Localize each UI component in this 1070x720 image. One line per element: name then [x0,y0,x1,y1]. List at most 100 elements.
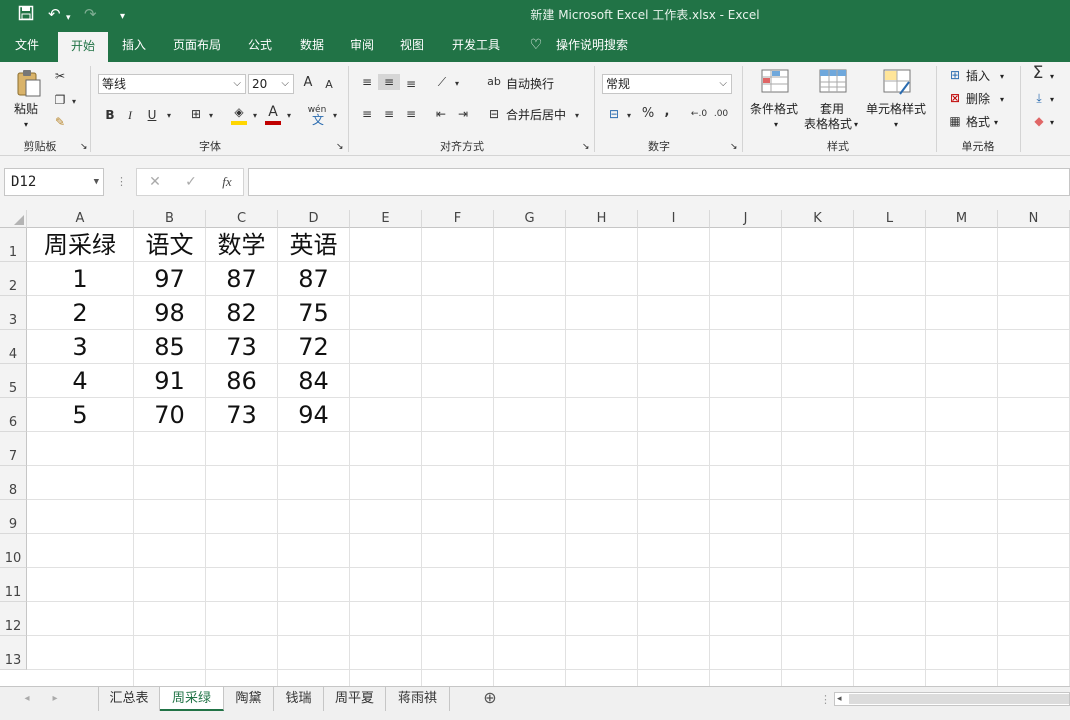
delete-cells-button[interactable]: 删除 [966,92,990,106]
row-header-3[interactable]: 3 [0,296,27,330]
col-header-l[interactable]: L [854,210,926,228]
grow-font-button[interactable]: A [300,75,316,91]
tab-review[interactable]: 审阅 [340,28,384,62]
orientation-dropdown-icon[interactable]: ▾ [452,76,462,92]
col-header-n[interactable]: N [998,210,1070,228]
enter-icon[interactable]: ✓ [183,174,199,190]
sheet-tab-tao-dai[interactable]: 陶黛 [224,687,274,711]
fill-color-icon[interactable]: ◈ [230,104,248,120]
accounting-dropdown-icon[interactable]: ▾ [624,108,634,124]
autosum-icon[interactable]: Σ [1028,65,1048,82]
font-color-dropdown-icon[interactable]: ▾ [284,108,294,124]
col-header-a[interactable]: A [27,210,134,228]
data-cell[interactable]: 84 [278,364,350,398]
tab-developer[interactable]: 开发工具 [444,28,508,62]
header-cell[interactable]: 英语 [278,228,350,262]
scrollbar-thumb[interactable] [849,694,1069,704]
row-header-10[interactable]: 10 [0,534,27,568]
format-table-dropdown-icon[interactable]: ▾ [854,118,858,132]
tab-view[interactable]: 视图 [390,28,434,62]
format-table-line2[interactable]: 表格格式 [804,117,852,131]
copy-dropdown-icon[interactable]: ▾ [70,94,78,110]
comma-button[interactable]: , [660,104,674,120]
col-header-c[interactable]: C [206,210,278,228]
align-center-icon[interactable]: ≡ [380,106,398,122]
number-format-select[interactable]: 常规 ⌵ [602,74,732,94]
tab-formulas[interactable]: 公式 [238,28,282,62]
tell-me-search[interactable]: 操作说明搜索 [552,28,632,62]
scroll-left-icon[interactable]: ◂ [837,693,842,705]
insert-function-icon[interactable]: fx [217,174,237,190]
border-icon[interactable]: ⊞ [186,106,206,122]
increase-indent-icon[interactable]: ⇥ [454,106,472,122]
drag-handle-icon[interactable]: ⋮ [116,175,127,189]
row-header-13[interactable]: 13 [0,636,27,670]
select-all-corner[interactable] [0,210,27,228]
font-size-select[interactable]: 20 ⌵ [248,74,294,94]
clipboard-launcher-icon[interactable]: ↘ [80,140,88,154]
data-cell[interactable]: 82 [206,296,278,330]
sheet-tab-qian-rui[interactable]: 钱瑞 [274,687,324,711]
paste-button[interactable]: 粘贴 [14,102,38,116]
format-cells-button[interactable]: 格式 [966,115,990,129]
underline-button[interactable]: U [144,107,160,123]
col-header-j[interactable]: J [710,210,782,228]
data-cell[interactable]: 70 [134,398,206,432]
shrink-font-button[interactable]: A [322,77,336,93]
merge-center-button[interactable]: 合并后居中 [506,108,566,122]
decrease-decimal-icon[interactable]: .00 [712,106,730,122]
data-cell[interactable]: 2 [27,296,134,330]
font-name-select[interactable]: 等线 ⌵ [98,74,246,94]
row-header-5[interactable]: 5 [0,364,27,398]
col-header-i[interactable]: I [638,210,710,228]
data-cell[interactable]: 73 [206,330,278,364]
data-cell[interactable]: 5 [27,398,134,432]
orientation-icon[interactable]: ⟋ [432,74,452,90]
row-header-12[interactable]: 12 [0,602,27,636]
data-cell[interactable]: 94 [278,398,350,432]
format-table-icon[interactable] [818,68,848,101]
align-left-icon[interactable]: ≡ [358,106,376,122]
data-cell[interactable]: 87 [206,262,278,296]
fill-dropdown-icon[interactable]: ▾ [250,108,260,124]
row-header-1[interactable]: 1 [0,228,27,262]
col-header-g[interactable]: G [494,210,566,228]
tab-home[interactable]: 开始 [58,32,108,62]
insert-dropdown-icon[interactable]: ▾ [1000,70,1004,84]
data-cell[interactable]: 86 [206,364,278,398]
formula-input[interactable] [248,168,1070,196]
data-cell[interactable]: 1 [27,262,134,296]
sheet-tab-jiang-yuqi[interactable]: 蒋雨祺 [386,687,450,711]
tab-page-layout[interactable]: 页面布局 [166,28,228,62]
cell-styles-icon[interactable] [882,68,912,101]
alignment-launcher-icon[interactable]: ↘ [582,140,590,154]
name-box[interactable]: D12 ▼ [4,168,104,196]
tab-data[interactable]: 数据 [290,28,334,62]
col-header-e[interactable]: E [350,210,422,228]
format-painter-icon[interactable]: ✎ [52,114,68,130]
header-cell[interactable]: 数学 [206,228,278,262]
merge-dropdown-icon[interactable]: ▾ [572,108,582,124]
cut-icon[interactable]: ✂ [52,68,68,84]
horizontal-scrollbar[interactable]: ◂ [834,692,1070,706]
sheet-tab-zhou-cailv[interactable]: 周采绿 [160,687,224,711]
data-cell[interactable]: 97 [134,262,206,296]
row-header-2[interactable]: 2 [0,262,27,296]
data-cell[interactable]: 75 [278,296,350,330]
phonetic-dropdown-icon[interactable]: ▾ [330,108,340,124]
clear-icon[interactable]: ◆ [1030,113,1048,129]
border-dropdown-icon[interactable]: ▾ [206,108,216,124]
col-header-k[interactable]: K [782,210,854,228]
bold-button[interactable]: B [102,107,118,123]
row-header-11[interactable]: 11 [0,568,27,602]
col-header-h[interactable]: H [566,210,638,228]
clear-dropdown-icon[interactable]: ▾ [1050,116,1054,130]
copy-icon[interactable]: ❐ [52,92,68,108]
cancel-icon[interactable]: ✕ [147,174,163,190]
row-header-6[interactable]: 6 [0,398,27,432]
row-header-8[interactable]: 8 [0,466,27,500]
add-sheet-icon[interactable]: ⊕ [480,690,500,706]
tab-file[interactable]: 文件 [4,28,50,62]
increase-decimal-icon[interactable]: ←.0 [690,106,708,122]
accounting-format-icon[interactable]: ⊟ [604,106,624,122]
